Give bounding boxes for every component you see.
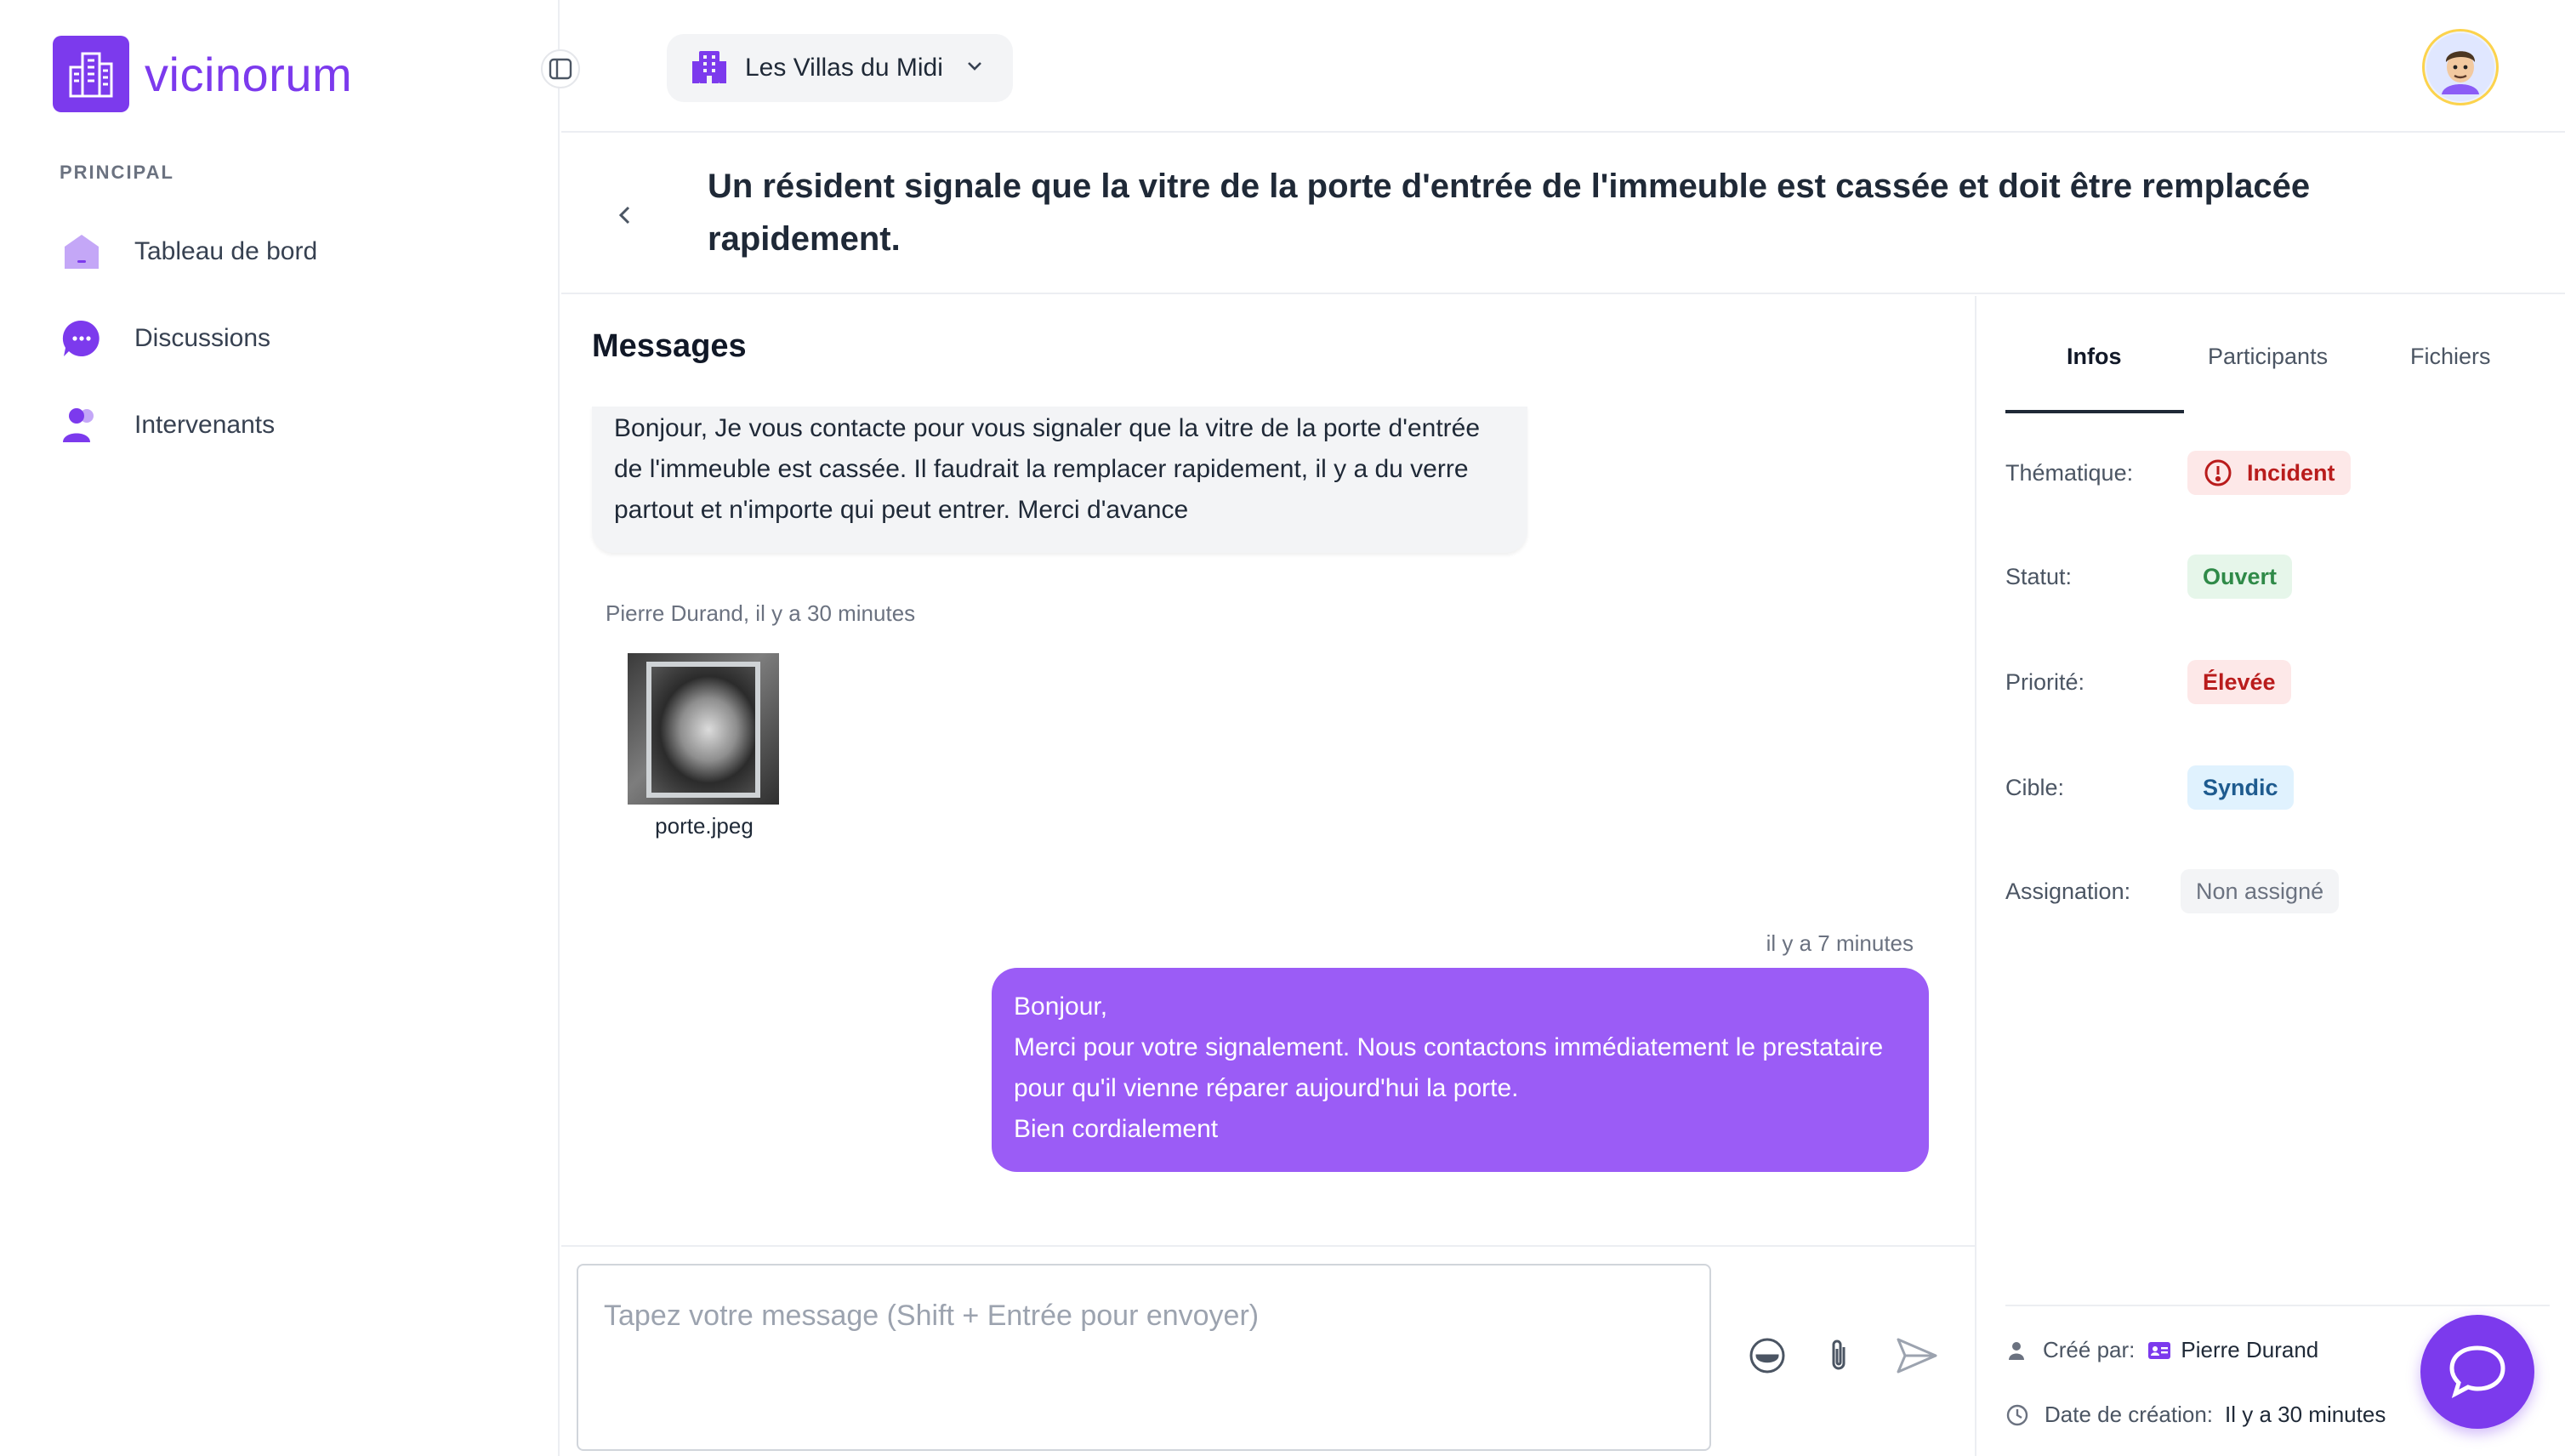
building-selector[interactable]: Les Villas du Midi [667,34,1013,102]
info-row-statut: Statut: Ouvert [2005,555,2293,599]
sidebar-item-label: Intervenants [134,411,276,439]
sidebar-item-label: Discussions [134,324,271,352]
tab-participants[interactable]: Participants [2208,344,2328,370]
sidebar-panel-icon [549,58,572,80]
details-panel: Infos Participants Fichiers Thématique: … [1975,296,2565,1456]
created-by-row: Créé par: Pierre Durand [2005,1337,2318,1363]
image-attachment[interactable]: porte.jpeg [628,653,781,839]
outgoing-message-line: Merci pour votre signalement. Nous conta… [1014,1033,1884,1102]
info-row-assignation: Assignation: Non assigné [2005,869,2340,913]
support-chat-button[interactable] [2420,1315,2534,1429]
outgoing-message: Bonjour, Merci pour votre signalement. N… [992,968,1929,1172]
paperclip-icon [1832,1339,1846,1370]
building-icon [691,48,728,89]
outgoing-message-meta: il y a 7 minutes [1766,930,1914,956]
info-label: Priorité: [2005,668,2085,695]
info-label: Cible: [2005,774,2065,800]
created-by-label: Créé par: [2043,1337,2136,1362]
info-row-priorite: Priorité: Élevée [2005,660,2291,704]
clock-icon [2006,1404,2028,1425]
info-row-cible: Cible: Syndic [2005,765,2294,810]
created-at-value: Il y a 30 minutes [2225,1402,2386,1427]
message-composer [561,1245,1975,1456]
attachment-thumbnail[interactable] [628,653,779,805]
app-name: vicinorum [145,47,353,101]
tab-fichiers[interactable]: Fichiers [2410,344,2491,370]
info-label: Thématique: [2005,459,2134,486]
back-button[interactable] [604,194,646,236]
panel-divider [2005,1305,2550,1306]
created-at-label: Date de création: [2045,1402,2214,1427]
incoming-message-meta: Pierre Durand, il y a 30 minutes [606,600,916,626]
created-by-value: Pierre Durand [2147,1337,2318,1363]
sidebar: vicinorum PRINCIPAL Tableau de bord Disc… [0,0,560,1456]
chevron-left-icon [618,206,630,225]
attach-button[interactable] [1815,1332,1863,1379]
sidebar-item-label: Tableau de bord [134,237,318,265]
page-title: Un résident signale que la vitre de la p… [708,168,2311,258]
attachment-filename: porte.jpeg [655,813,754,839]
outgoing-message-line: Bien cordialement [1014,1115,1219,1143]
message-input[interactable] [577,1264,1711,1451]
send-button[interactable] [1893,1332,1941,1379]
info-row-thematique: Thématique: Incident [2005,451,2351,495]
created-at-row: Date de création: Il y a 30 minutes [2005,1402,2386,1428]
ticket-header: Un résident signale que la vitre de la p… [561,134,2565,294]
chat-bubble-icon [2449,1345,2505,1399]
id-card-icon [2148,1341,2171,1359]
tab-infos[interactable]: Infos [2067,344,2122,370]
incoming-message: Bonjour, Je vous contacte pour vous sign… [592,407,1527,553]
sidebar-item-discussions[interactable]: Discussions [60,313,270,364]
emoji-button[interactable] [1743,1332,1791,1379]
info-label: Assignation: [2005,878,2131,904]
chevron-down-icon [964,55,986,82]
sidebar-item-tableau-de-bord[interactable]: Tableau de bord [60,226,317,277]
chat-dots-icon [60,316,104,361]
user-icon [2009,1341,2024,1360]
app-logo[interactable]: vicinorum [53,36,352,112]
messages-panel: Messages Bonjour, Je vous contacte pour … [561,296,1975,1245]
assignee-badge[interactable]: Non assigné [2181,869,2340,913]
priority-badge: Élevée [2187,660,2291,704]
outgoing-message-line: Bonjour, [1014,992,1108,1021]
users-icon [60,403,104,447]
sidebar-toggle-button[interactable] [541,49,580,88]
sidebar-section-label: PRINCIPAL [60,162,174,183]
messages-heading: Messages [592,328,747,364]
active-tab-indicator [2005,410,2184,413]
status-badge: Ouvert [2187,555,2293,599]
home-icon [60,230,104,274]
target-badge: Syndic [2187,765,2294,810]
building-logo-icon [53,36,129,112]
user-avatar[interactable] [2422,29,2499,105]
avatar-face-icon [2426,33,2494,101]
topbar: Les Villas du Midi [561,0,2565,133]
sidebar-item-intervenants[interactable]: Intervenants [60,400,275,451]
info-label: Statut: [2005,563,2073,589]
thematique-badge: Incident [2187,451,2351,495]
send-icon [1897,1338,1937,1374]
building-name: Les Villas du Midi [745,54,943,82]
alert-circle-icon [2204,459,2232,486]
emoji-icon [1749,1338,1785,1374]
